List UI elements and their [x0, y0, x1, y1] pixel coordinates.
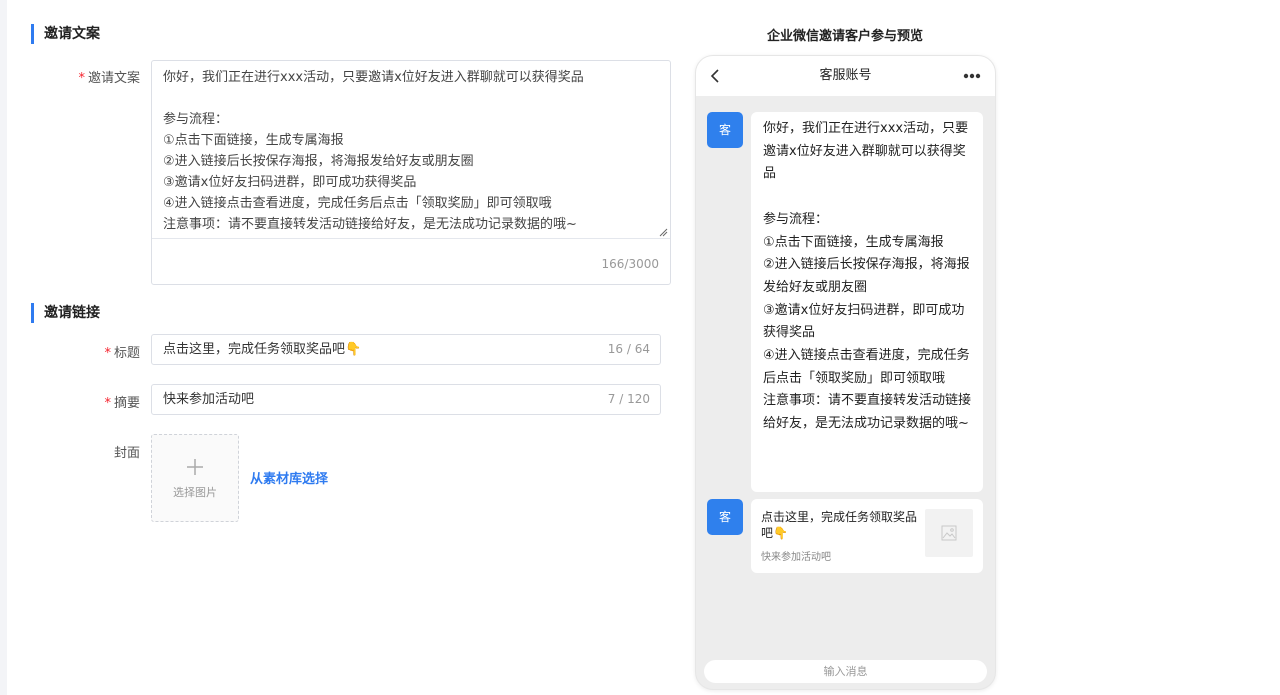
copy-field-label: * 邀请文案: [78, 71, 140, 86]
avatar: 客: [707, 112, 743, 148]
title-input-value[interactable]: 点击这里，完成任务领取奖品吧👇: [163, 335, 361, 364]
link-card-thumbnail: [925, 509, 973, 557]
cover-upload-text: 选择图片: [173, 486, 217, 499]
copy-char-counter: 166/3000: [601, 257, 660, 271]
link-card-title: 点击这里，完成任务领取奖品吧👇: [761, 510, 918, 540]
plus-icon: [187, 459, 203, 475]
summary-field-label: * 摘要: [104, 396, 140, 411]
left-sidebar-strip: [0, 0, 7, 695]
preview-title: 企业微信邀请客户参与预览: [766, 29, 923, 44]
link-card-desc: 快来参加活动吧: [761, 552, 831, 563]
avatar: 客: [707, 499, 743, 535]
phone-header-title: 客服账号: [819, 68, 872, 83]
link-card[interactable]: 点击这里，完成任务领取奖品吧👇 快来参加活动吧: [751, 499, 983, 573]
title-field-label: * 标题: [104, 346, 140, 361]
required-mark: *: [104, 396, 111, 411]
summary-input[interactable]: 快来参加活动吧 7 / 120: [151, 384, 661, 415]
section-title-copy: 邀请文案: [31, 24, 100, 44]
required-mark: *: [104, 346, 111, 361]
select-from-library-link[interactable]: 从素材库选择: [250, 468, 328, 487]
summary-input-value[interactable]: 快来参加活动吧: [163, 385, 254, 414]
resize-grip-icon[interactable]: [659, 228, 668, 237]
image-placeholder-icon: [941, 525, 957, 541]
cover-field-label: 封面: [113, 446, 140, 461]
cover-upload-button[interactable]: 选择图片: [151, 434, 239, 522]
copy-textarea-content[interactable]: 你好，我们正在进行xxx活动，只要邀请x位好友进入群聊就可以获得奖品 参与流程：…: [152, 61, 670, 239]
more-dots-icon[interactable]: [963, 73, 981, 79]
title-input[interactable]: 点击这里，完成任务领取奖品吧👇 16 / 64: [151, 334, 661, 365]
phone-header: 客服账号: [696, 56, 995, 96]
section-title-link: 邀请链接: [31, 303, 100, 323]
required-mark: *: [78, 71, 85, 86]
summary-char-counter: 7 / 120: [607, 392, 650, 406]
message-bubble: 你好，我们正在进行xxx活动，只要邀请x位好友进入群聊就可以获得奖品 参与流程：…: [751, 112, 983, 492]
phone-preview: 客服账号 客 你好，我们正在进行xxx活动，只要邀请x位好友进入群聊就可以获得奖…: [695, 55, 996, 690]
title-char-counter: 16 / 64: [607, 342, 650, 356]
message-input[interactable]: 输入消息: [704, 660, 987, 683]
copy-textarea[interactable]: 你好，我们正在进行xxx活动，只要邀请x位好友进入群聊就可以获得奖品 参与流程：…: [151, 60, 671, 285]
